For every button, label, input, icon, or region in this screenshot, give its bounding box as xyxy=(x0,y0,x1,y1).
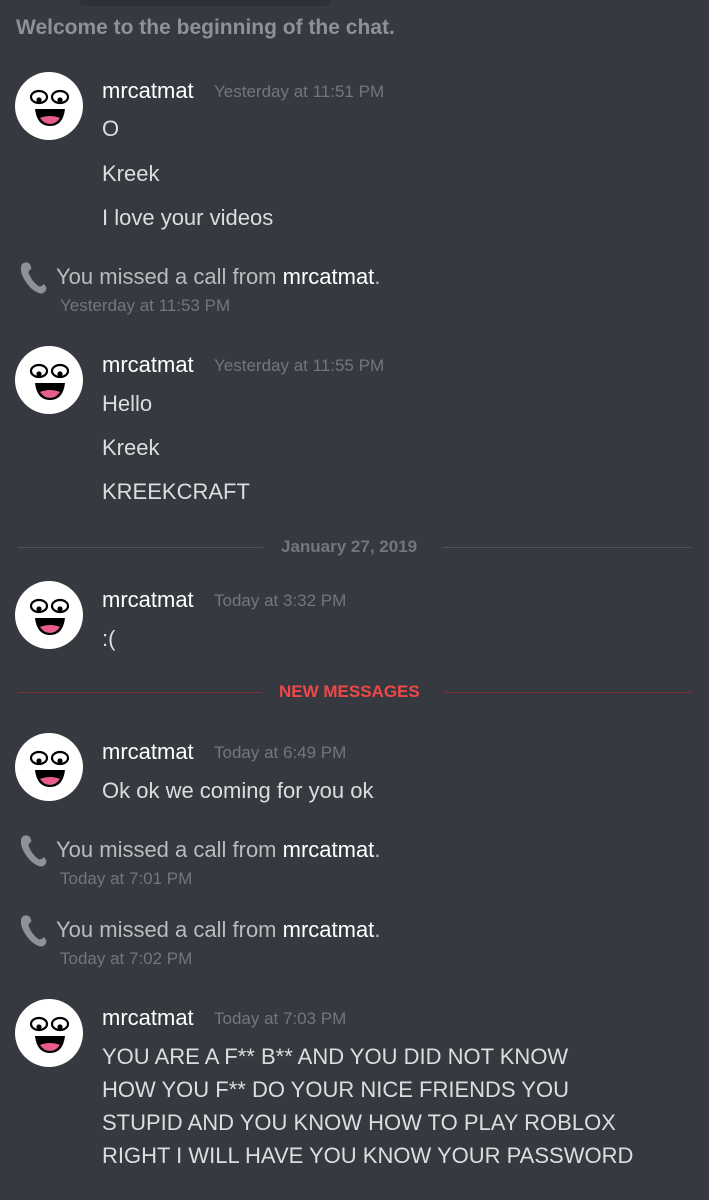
chat-beginning-header: Welcome to the beginning of the chat. xyxy=(16,16,395,39)
date-divider-label: January 27, 2019 xyxy=(281,537,418,556)
message-text-block: YOU ARE A F** B** AND YOU DID NOT KNOW H… xyxy=(102,1040,633,1172)
message-timestamp: Yesterday at 11:51 PM xyxy=(214,82,385,101)
missed-call-timestamp: Today at 7:01 PM xyxy=(60,869,193,888)
message-text: I love your videos xyxy=(102,205,274,230)
message-text: RIGHT I WILL HAVE YOU KNOW YOUR PASSWORD xyxy=(102,1143,634,1168)
missed-call-timestamp: Yesterday at 11:53 PM xyxy=(60,296,231,315)
missed-call-phone-icon xyxy=(16,833,50,867)
missed-call-caller[interactable]: mrcatmat xyxy=(283,837,375,862)
message-author[interactable]: mrcatmat xyxy=(102,78,194,104)
message-timestamp: Yesterday at 11:55 PM xyxy=(214,356,385,375)
missed-call-text: You missed a call from mrcatmat. xyxy=(56,837,381,862)
message-text: YOU ARE A F** B** AND YOU DID NOT KNOW xyxy=(102,1044,569,1069)
message-text: STUPID AND YOU KNOW HOW TO PLAY ROBLOX xyxy=(102,1110,616,1135)
avatar[interactable] xyxy=(15,581,83,649)
avatar[interactable] xyxy=(15,733,83,801)
missed-call-timestamp: Today at 7:02 PM xyxy=(60,949,193,968)
missed-call-caller[interactable]: mrcatmat xyxy=(283,264,375,289)
message-author[interactable]: mrcatmat xyxy=(102,1005,194,1031)
message-timestamp: Today at 3:32 PM xyxy=(214,591,347,610)
message-text: Kreek xyxy=(102,435,160,460)
top-scroll-edge xyxy=(80,0,330,6)
message-author[interactable]: mrcatmat xyxy=(102,587,194,613)
message-text: Hello xyxy=(102,391,153,416)
missed-call-text: You missed a call from mrcatmat. xyxy=(56,264,381,289)
message-text: Ok ok we coming for you ok xyxy=(102,778,374,803)
missed-call-text: You missed a call from mrcatmat. xyxy=(56,917,381,942)
message-text: HOW YOU F** DO YOUR NICE FRIENDS YOU xyxy=(102,1077,569,1102)
new-messages-label: NEW MESSAGES xyxy=(279,682,420,701)
avatar[interactable] xyxy=(15,72,83,140)
avatar[interactable] xyxy=(15,999,83,1067)
message-text: KREEKCRAFT xyxy=(102,479,250,504)
message-text: Kreek xyxy=(102,161,160,186)
message-author[interactable]: mrcatmat xyxy=(102,739,194,765)
missed-call-caller[interactable]: mrcatmat xyxy=(283,917,375,942)
message-timestamp: Today at 6:49 PM xyxy=(214,743,347,762)
missed-call-phone-icon xyxy=(16,913,50,947)
message-author[interactable]: mrcatmat xyxy=(102,352,194,378)
message-text: :( xyxy=(102,626,116,651)
message-timestamp: Today at 7:03 PM xyxy=(214,1009,347,1028)
message-text: O xyxy=(102,116,120,141)
avatar[interactable] xyxy=(15,346,83,414)
missed-call-phone-icon xyxy=(16,260,50,294)
